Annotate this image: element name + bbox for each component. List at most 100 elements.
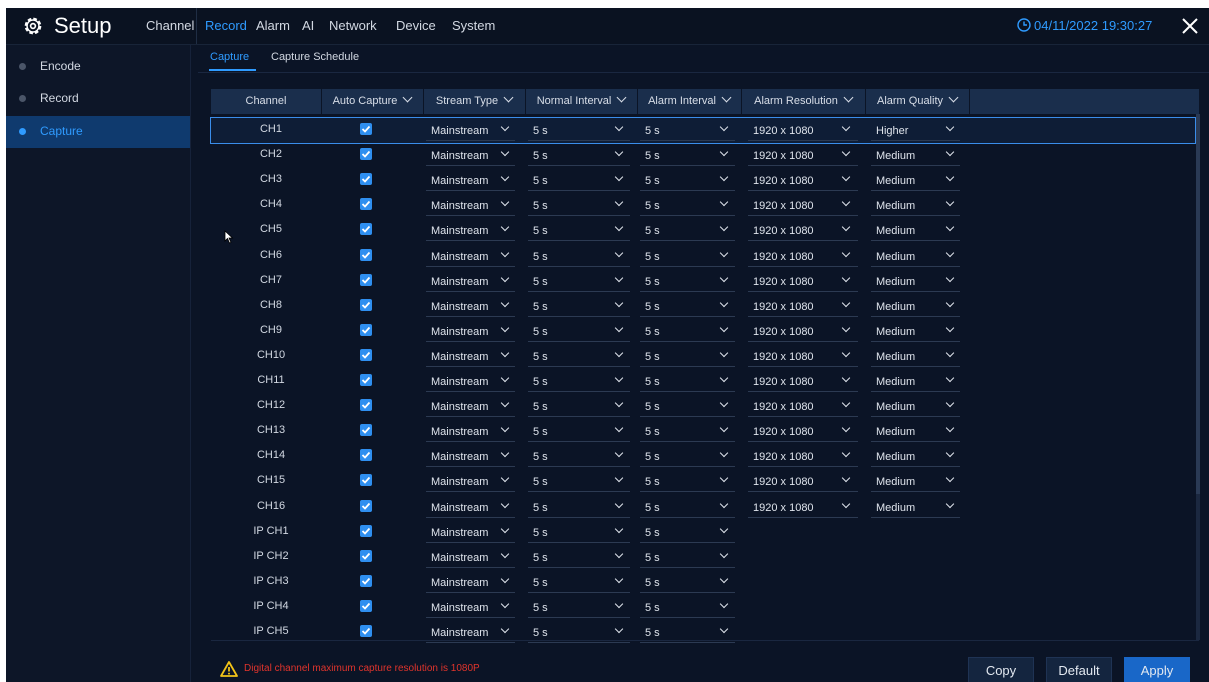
alarm-interval-select[interactable]: 5 s [640,548,735,568]
auto-capture-checkbox[interactable] [360,273,372,286]
table-row[interactable]: IP CH2 Mainstream 5 s 5 s [211,545,1195,570]
alarm-interval-select[interactable]: 5 s [640,573,735,593]
table-row[interactable]: CH5 Mainstream 5 s 5 s 1920 x 1080 Medium [211,218,1195,243]
alarm-resolution-select[interactable]: 1920 x 1080 [748,347,858,367]
alarm-quality-select[interactable]: Medium [871,372,960,392]
stream-type-select[interactable]: Mainstream [426,548,515,568]
alarm-interval-select[interactable]: 5 s [640,322,735,342]
normal-interval-select[interactable]: 5 s [528,523,630,543]
table-row[interactable]: CH3 Mainstream 5 s 5 s 1920 x 1080 Medium [211,168,1195,193]
column-header-normal-interval[interactable]: Normal Interval [525,89,638,114]
alarm-interval-select[interactable]: 5 s [640,171,735,192]
alarm-quality-select[interactable]: Higher [871,121,960,141]
alarm-resolution-select[interactable]: 1920 x 1080 [748,121,858,141]
normal-interval-select[interactable]: 5 s [528,472,630,493]
table-row[interactable]: CH7 Mainstream 5 s 5 s 1920 x 1080 Medium [211,269,1195,294]
auto-capture-checkbox[interactable] [360,298,372,311]
sidebar-item-capture[interactable]: Capture [6,116,190,148]
alarm-resolution-select[interactable]: 1920 x 1080 [748,247,858,267]
alarm-resolution-select[interactable]: 1920 x 1080 [748,196,858,217]
normal-interval-select[interactable]: 5 s [528,498,630,518]
normal-interval-select[interactable]: 5 s [528,171,630,192]
tab-capture[interactable]: Capture [210,51,249,63]
normal-interval-select[interactable]: 5 s [528,196,630,217]
auto-capture-checkbox[interactable] [360,374,372,386]
auto-capture-checkbox[interactable] [360,173,372,186]
table-row[interactable]: IP CH4 Mainstream 5 s 5 s [211,595,1195,620]
column-header-auto-capture[interactable]: Auto Capture [321,89,424,114]
alarm-interval-select[interactable]: 5 s [640,422,735,443]
alarm-resolution-select[interactable]: 1920 x 1080 [748,397,858,418]
auto-capture-checkbox[interactable] [360,399,372,412]
stream-type-select[interactable]: Mainstream [426,121,515,141]
alarm-resolution-select[interactable]: 1920 x 1080 [748,221,858,242]
sidebar-item-record[interactable]: Record [6,83,190,115]
alarm-interval-select[interactable]: 5 s [640,347,735,367]
copy-button[interactable]: Copy [968,657,1034,682]
normal-interval-select[interactable]: 5 s [528,422,630,443]
default-button[interactable]: Default [1046,657,1112,682]
alarm-resolution-select[interactable]: 1920 x 1080 [748,171,858,192]
table-row[interactable]: CH2 Mainstream 5 s 5 s 1920 x 1080 Medium [211,143,1195,168]
column-header-alarm-interval[interactable]: Alarm Interval [637,89,742,114]
alarm-interval-select[interactable]: 5 s [640,297,735,317]
alarm-interval-select[interactable]: 5 s [640,372,735,392]
scrollbar[interactable] [1196,114,1200,640]
alarm-interval-select[interactable]: 5 s [640,472,735,493]
auto-capture-checkbox[interactable] [360,148,372,161]
alarm-interval-select[interactable]: 5 s [640,272,735,292]
normal-interval-select[interactable]: 5 s [528,347,630,367]
auto-capture-checkbox[interactable] [360,499,372,512]
alarm-quality-select[interactable]: Medium [871,247,960,267]
alarm-quality-select[interactable]: Medium [871,146,960,167]
table-row[interactable]: CH13 Mainstream 5 s 5 s 1920 x 1080 Medium [211,419,1195,444]
auto-capture-checkbox[interactable] [360,599,372,612]
alarm-interval-select[interactable]: 5 s [640,146,735,167]
auto-capture-checkbox[interactable] [360,123,372,135]
auto-capture-checkbox[interactable] [360,574,372,587]
stream-type-select[interactable]: Mainstream [426,171,515,192]
stream-type-select[interactable]: Mainstream [426,347,515,367]
stream-type-select[interactable]: Mainstream [426,372,515,392]
auto-capture-checkbox[interactable] [360,223,372,236]
table-row[interactable]: CH1 Mainstream 5 s 5 s 1920 x 1080 Higher [210,117,1196,144]
column-header-alarm-resolution[interactable]: Alarm Resolution [741,89,866,114]
nav-alarm[interactable]: Alarm [256,18,290,33]
alarm-quality-select[interactable]: Medium [871,171,960,192]
alarm-quality-select[interactable]: Medium [871,397,960,418]
normal-interval-select[interactable]: 5 s [528,322,630,342]
stream-type-select[interactable]: Mainstream [426,272,515,292]
stream-type-select[interactable]: Mainstream [426,498,515,518]
stream-type-select[interactable]: Mainstream [426,447,515,468]
nav-device[interactable]: Device [396,18,436,33]
stream-type-select[interactable]: Mainstream [426,196,515,217]
scrollbar-thumb[interactable] [1196,114,1200,494]
normal-interval-select[interactable]: 5 s [528,146,630,167]
alarm-resolution-select[interactable]: 1920 x 1080 [748,372,858,392]
alarm-interval-select[interactable]: 5 s [640,523,735,543]
sidebar-item-encode[interactable]: Encode [6,51,190,83]
stream-type-select[interactable]: Mainstream [426,573,515,593]
nav-ai[interactable]: AI [302,18,314,33]
alarm-interval-select[interactable]: 5 s [640,498,735,518]
table-row[interactable]: CH10 Mainstream 5 s 5 s 1920 x 1080 Medium [211,344,1195,369]
auto-capture-checkbox[interactable] [360,198,372,211]
table-row[interactable]: CH9 Mainstream 5 s 5 s 1920 x 1080 Medium [211,319,1195,344]
table-row[interactable]: CH15 Mainstream 5 s 5 s 1920 x 1080 Medium [211,469,1195,494]
alarm-quality-select[interactable]: Medium [871,297,960,317]
nav-system[interactable]: System [452,18,495,33]
alarm-resolution-select[interactable]: 1920 x 1080 [748,297,858,317]
stream-type-select[interactable]: Mainstream [426,397,515,418]
alarm-quality-select[interactable]: Medium [871,196,960,217]
alarm-quality-select[interactable]: Medium [871,322,960,342]
auto-capture-checkbox[interactable] [360,625,372,637]
stream-type-select[interactable]: Mainstream [426,472,515,493]
alarm-quality-select[interactable]: Medium [871,472,960,493]
normal-interval-select[interactable]: 5 s [528,447,630,468]
normal-interval-select[interactable]: 5 s [528,121,630,141]
tab-capture-schedule[interactable]: Capture Schedule [271,51,359,63]
column-header-alarm-quality[interactable]: Alarm Quality [865,89,970,114]
alarm-resolution-select[interactable]: 1920 x 1080 [748,472,858,493]
auto-capture-checkbox[interactable] [360,524,372,537]
table-row[interactable]: CH11 Mainstream 5 s 5 s 1920 x 1080 Medium [211,369,1195,394]
